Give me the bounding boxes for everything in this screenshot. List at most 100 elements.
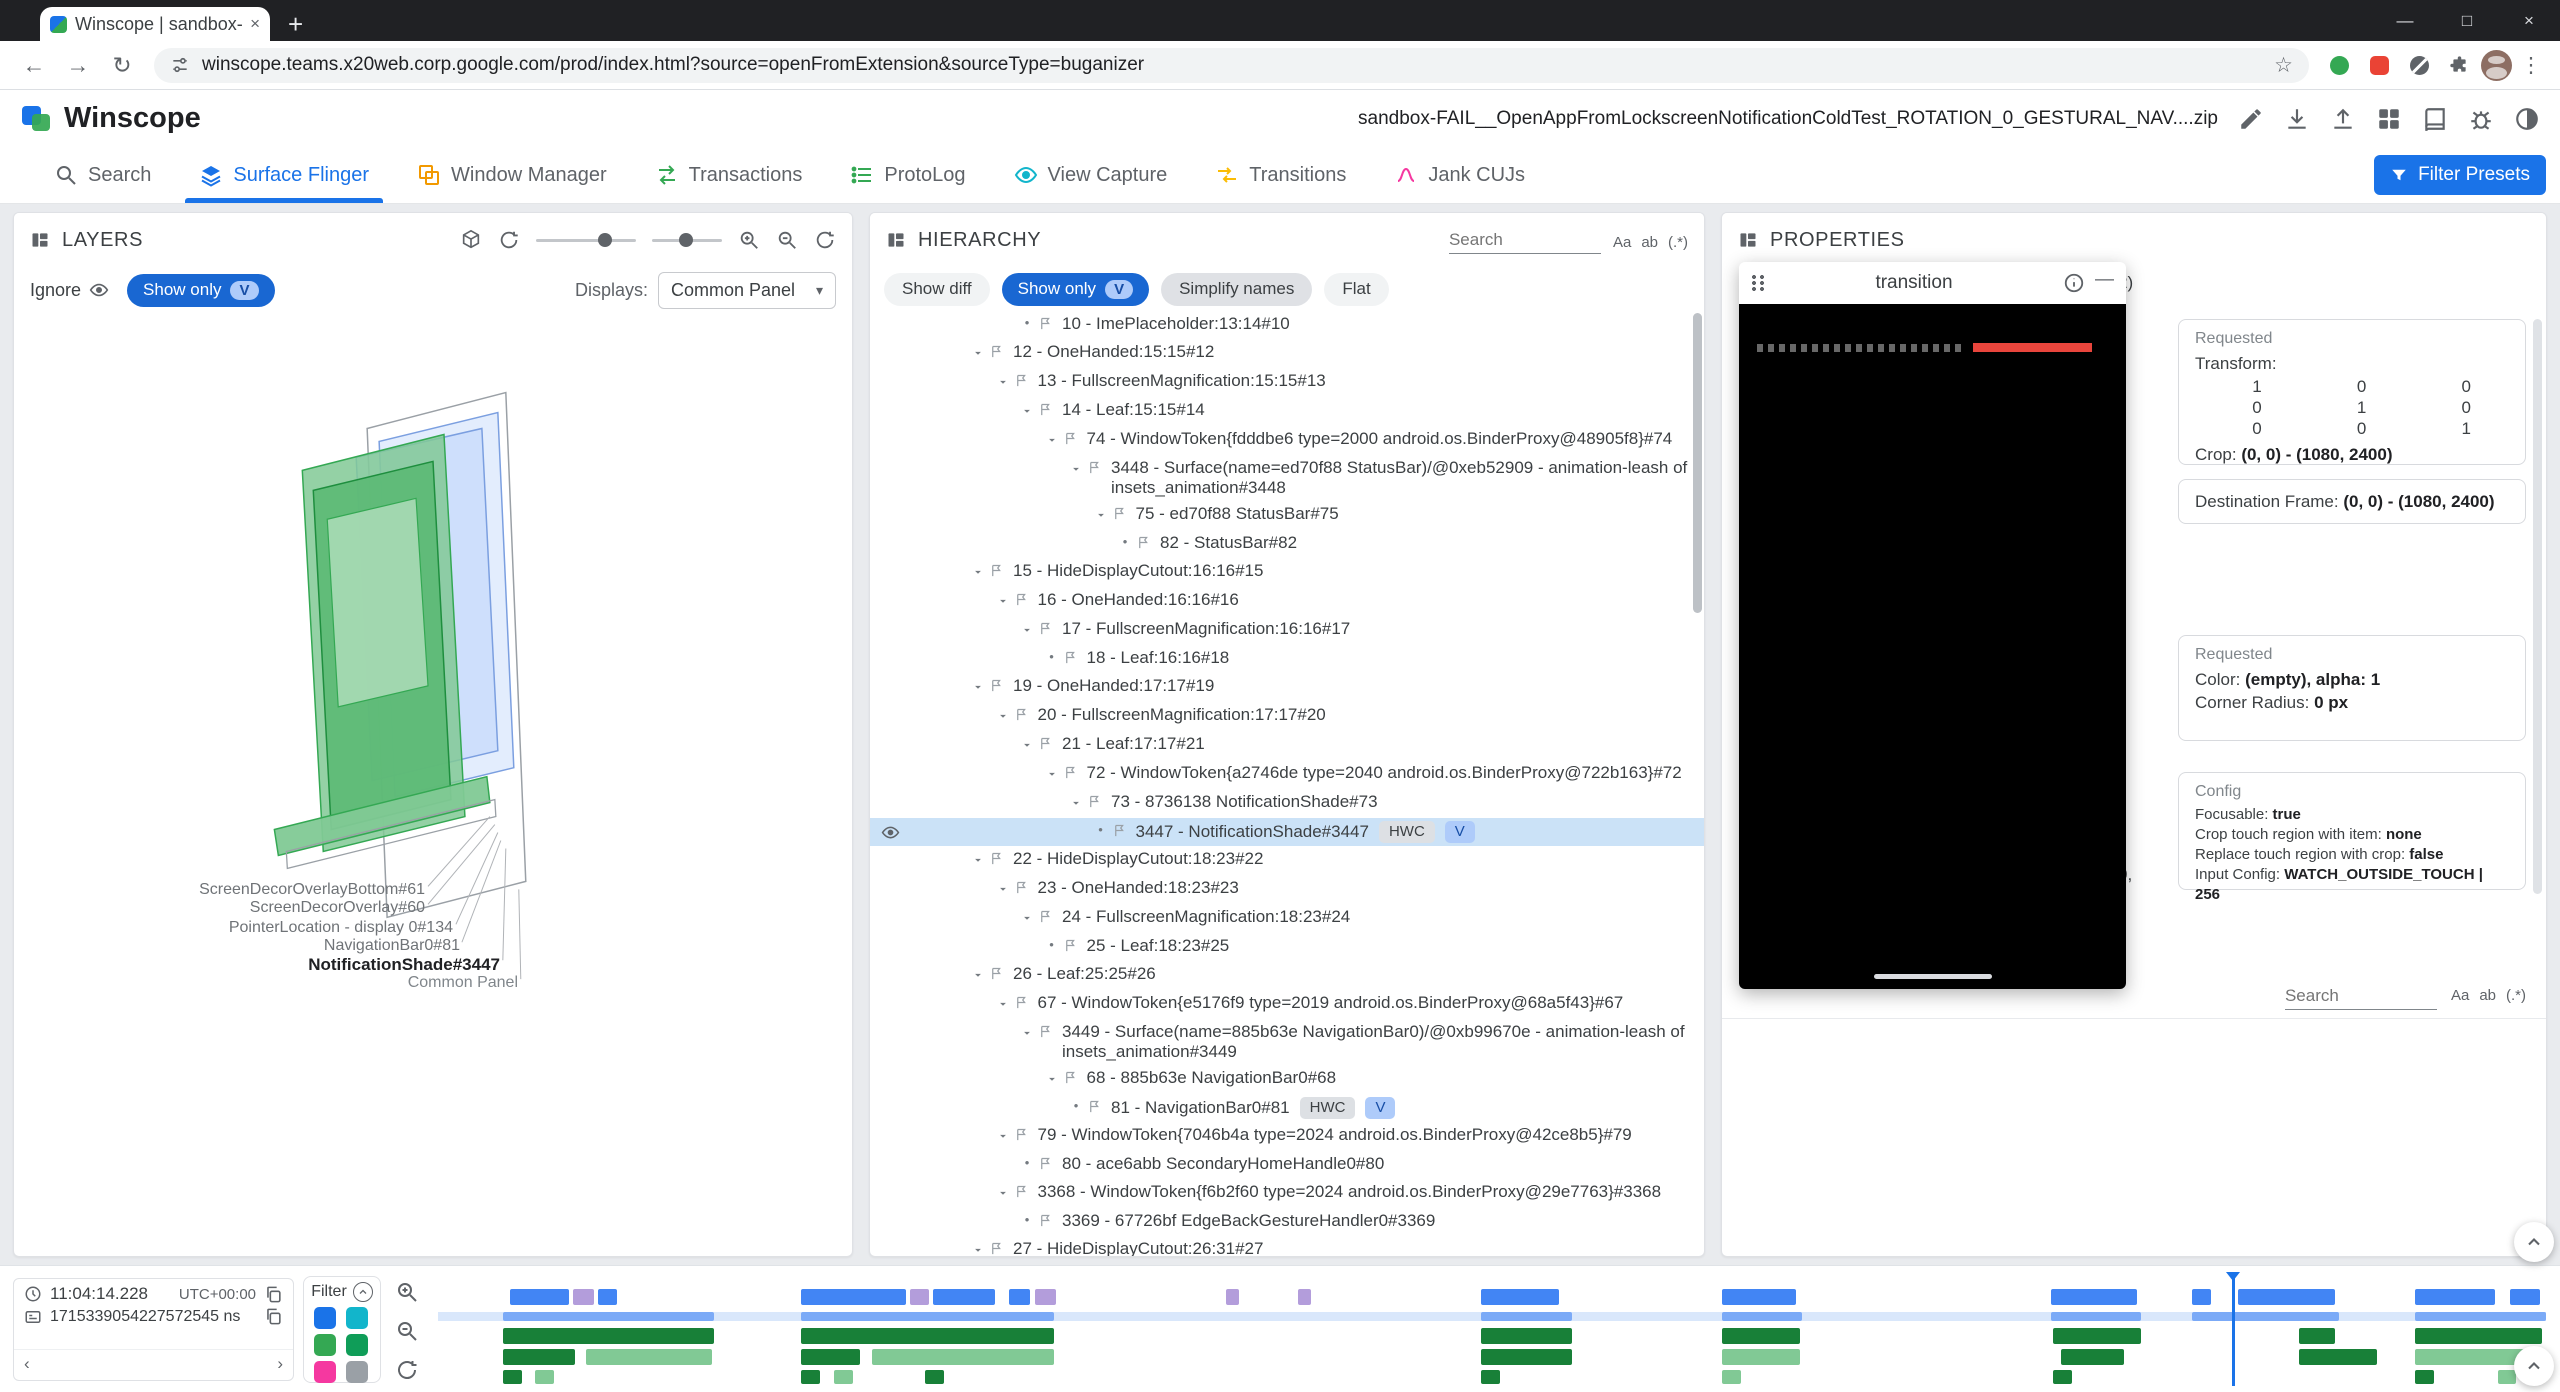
jank-trace-icon[interactable] [314,1361,336,1383]
tab-window-manager[interactable]: Window Manager [393,147,631,203]
hierarchy-node[interactable]: 24 - FullscreenMagnification:18:23#24 [870,904,1704,933]
expand-arrow-icon[interactable] [1065,458,1087,481]
extensions-puzzle-icon[interactable] [2441,55,2477,76]
trace-segment[interactable] [2238,1289,2335,1305]
flat-button[interactable]: Flat [1324,273,1388,306]
flag-icon[interactable] [1038,907,1062,929]
expand-arrow-icon[interactable] [1016,1022,1038,1045]
spacing-slider[interactable] [652,239,722,242]
flag-icon[interactable] [1112,504,1136,526]
layers-3d-canvas[interactable] [14,213,852,1257]
match-word-toggle[interactable]: ab [2479,987,2496,1004]
flag-icon[interactable] [989,1239,1013,1256]
flag-icon[interactable] [1063,936,1087,958]
timeline-next-button[interactable]: › [277,1354,283,1374]
trace-segment[interactable] [2415,1370,2434,1384]
back-icon[interactable]: ← [14,52,54,79]
hierarchy-node[interactable]: 19 - OneHanded:17:17#19 [870,673,1704,702]
flag-icon[interactable] [1014,705,1038,727]
expand-arrow-icon[interactable] [992,371,1014,394]
flag-icon[interactable] [989,964,1013,986]
trace-segment[interactable] [503,1370,522,1384]
expand-arrow-icon[interactable] [992,1125,1014,1148]
hierarchy-node[interactable]: 26 - Leaf:25:25#26 [870,961,1704,990]
expand-arrow-icon[interactable] [967,1239,989,1256]
expand-arrow-icon[interactable] [1016,907,1038,930]
flag-icon[interactable] [989,342,1013,364]
trace-segment[interactable] [2299,1349,2377,1365]
timeline-cursor[interactable] [2232,1274,2235,1386]
show-diff-button[interactable]: Show diff [884,273,990,306]
hierarchy-node[interactable]: 75 - ed70f88 StatusBar#75 [870,501,1704,530]
trace-segment[interactable] [801,1370,820,1384]
hierarchy-node[interactable]: 67 - WindowToken{e5176f9 type=2019 andro… [870,990,1704,1019]
trace-segment[interactable] [503,1349,575,1365]
copy-icon[interactable] [264,1307,283,1326]
copy-icon[interactable] [264,1285,283,1304]
hierarchy-node[interactable]: 79 - WindowToken{7046b4a type=2024 andro… [870,1122,1704,1151]
address-bar[interactable]: winscope.teams.x20web.corp.google.com/pr… [154,48,2309,83]
flag-icon[interactable] [1014,1182,1038,1204]
upload-icon[interactable] [2330,106,2356,132]
expand-arrow-icon[interactable] [967,561,989,584]
apps-grid-icon[interactable] [2376,106,2402,132]
match-word-toggle[interactable]: ab [1641,234,1658,251]
dark-mode-toggle-icon[interactable] [2514,106,2540,132]
expand-arrow-icon[interactable] [1090,504,1112,527]
match-case-toggle[interactable]: Aa [2451,987,2469,1004]
flag-icon[interactable] [1014,371,1038,393]
hierarchy-node[interactable]: 3448 - Surface(name=ed70f88 StatusBar)/@… [870,455,1704,501]
bookmark-star-icon[interactable]: ☆ [2274,53,2293,78]
trace-segment[interactable] [1722,1312,1802,1321]
visibility-eye-icon[interactable] [870,821,910,842]
zoom-in-icon[interactable] [738,229,760,251]
expand-arrow-icon[interactable] [1065,792,1087,815]
collapse-filter-button[interactable] [353,1282,373,1302]
hierarchy-node[interactable]: 72 - WindowToken{a2746de type=2040 andro… [870,760,1704,789]
edit-pencil-icon[interactable] [2238,106,2264,132]
expand-arrow-icon[interactable] [1016,734,1038,757]
reset-view-icon[interactable] [814,229,836,251]
expand-arrow-icon[interactable] [992,590,1014,613]
panel-icon[interactable] [30,230,50,250]
flag-icon[interactable] [989,849,1013,871]
timeline-canvas[interactable] [438,1272,2546,1386]
expand-arrow-icon[interactable] [1041,763,1063,786]
flag-icon[interactable] [1087,1097,1111,1119]
trace-segment[interactable] [2415,1328,2541,1344]
trace-segment[interactable] [801,1312,1054,1321]
displays-select[interactable]: Common Panel ▾ [658,272,836,309]
tab-transitions[interactable]: Transitions [1191,147,1370,203]
hierarchy-node[interactable]: 74 - WindowToken{fdddbe6 type=2000 andro… [870,426,1704,455]
hierarchy-node[interactable]: 73 - 8736138 NotificationShade#73 [870,789,1704,818]
flag-icon[interactable] [1038,1022,1062,1044]
trace-segment[interactable] [2510,1289,2540,1305]
hierarchy-node[interactable]: •3369 - 67726bf EdgeBackGestureHandler0#… [870,1208,1704,1236]
flag-icon[interactable] [1136,533,1160,555]
show-only-visible-toggle[interactable]: Show only V [1002,273,1149,306]
trace-segment[interactable] [2053,1370,2072,1384]
profile-avatar[interactable] [2481,50,2512,81]
trace-segment[interactable] [1481,1349,1572,1365]
tab-search[interactable]: Search [30,147,175,203]
expand-arrow-icon[interactable] [992,705,1014,728]
flag-icon[interactable] [1038,400,1062,422]
flag-icon[interactable] [1087,792,1111,814]
hierarchy-search-input[interactable] [1449,227,1601,254]
hierarchy-node[interactable]: 22 - HideDisplayCutout:18:23#22 [870,846,1704,875]
expand-timeline-button[interactable] [2514,1222,2554,1262]
surface-flinger-trace-icon[interactable] [314,1307,336,1329]
flag-icon[interactable] [1038,619,1062,641]
expand-arrow-icon[interactable] [992,1182,1014,1205]
trace-segment[interactable] [1226,1289,1239,1305]
zoom-out-icon[interactable] [776,229,798,251]
trace-segment[interactable] [1722,1289,1796,1305]
flag-icon[interactable] [1014,878,1038,900]
filter-presets-button[interactable]: Filter Presets [2374,155,2546,195]
panel-icon[interactable] [886,230,906,250]
trace-segment[interactable] [2053,1328,2142,1344]
show-only-visible-toggle[interactable]: Show only V [127,274,274,307]
extension-icon[interactable] [2321,56,2357,75]
reset-zoom-icon[interactable] [395,1358,419,1382]
flag-icon[interactable] [1038,1211,1062,1233]
